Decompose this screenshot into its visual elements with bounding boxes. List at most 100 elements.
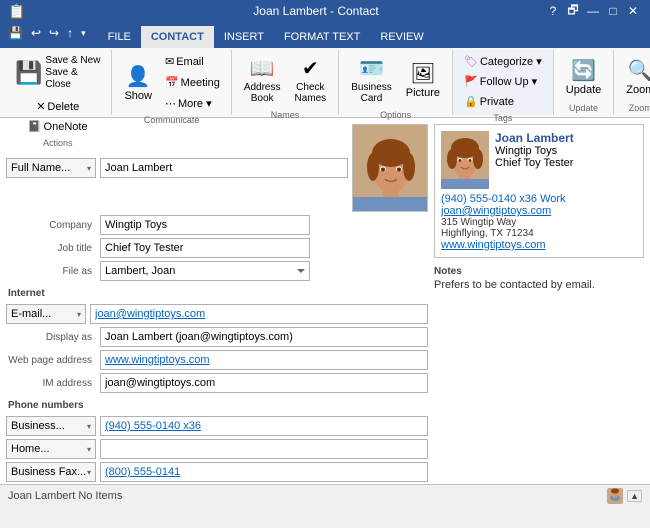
card-photo-thumb xyxy=(441,131,489,189)
webpage-input[interactable] xyxy=(100,350,428,370)
address-book-icon: 📖 xyxy=(250,56,275,81)
jobtitle-input[interactable] xyxy=(100,238,310,258)
jobtitle-label: Job title xyxy=(6,243,96,254)
picture-button[interactable]: 🖼 Picture xyxy=(400,57,446,103)
business-phone-dropdown[interactable]: Business... ▾ xyxy=(6,416,96,436)
close-button[interactable]: ✕ xyxy=(624,2,642,20)
displayas-input[interactable] xyxy=(100,327,428,347)
phone-header: Phone numbers xyxy=(6,400,428,411)
private-icon: 🔒 xyxy=(464,95,478,108)
quick-access-toolbar: 💾 ↩ ↪ ↑ ▾ xyxy=(0,22,94,44)
email-input[interactable] xyxy=(90,304,428,324)
update-button[interactable]: 🔄 Update xyxy=(560,54,607,100)
status-text: Joan Lambert No Items xyxy=(8,490,122,502)
contact-card-header: Joan Lambert Wingtip Toys Chief Toy Test… xyxy=(441,131,637,189)
zoom-icon: 🔍 xyxy=(628,58,650,83)
show-icon: 👤 xyxy=(126,64,151,89)
imaddress-input[interactable] xyxy=(100,373,428,393)
delete-button[interactable]: ✕ Delete xyxy=(31,97,84,116)
company-label: Company xyxy=(6,220,96,231)
undo-button[interactable]: ↩ xyxy=(29,25,43,41)
company-input[interactable] xyxy=(100,215,310,235)
scroll-up-button[interactable]: ▲ xyxy=(627,490,642,502)
home-phone-row: Home... ▾ xyxy=(6,439,428,459)
window-controls[interactable]: ? 🗗 — □ ✕ xyxy=(544,2,642,20)
tab-review[interactable]: REVIEW xyxy=(370,26,433,48)
contact-photo xyxy=(352,124,428,212)
fileas-select[interactable]: Lambert, Joan xyxy=(100,261,310,281)
home-phone-dropdown[interactable]: Home... ▾ xyxy=(6,439,96,459)
categorize-button[interactable]: 🏷 Categorize ▾ xyxy=(459,52,547,71)
business-card-icon: 🪪 xyxy=(359,56,384,81)
followup-icon: 🚩 xyxy=(464,75,478,88)
tab-format-text[interactable]: FORMAT TEXT xyxy=(274,26,370,48)
card-web: www.wingtiptoys.com xyxy=(441,239,637,251)
businessfax-input[interactable] xyxy=(100,462,428,482)
check-names-button[interactable]: ✔ CheckNames xyxy=(289,52,333,108)
customize-qa-button[interactable]: ▾ xyxy=(79,27,88,40)
fullname-dropdown[interactable]: Full Name... ▾ xyxy=(6,158,96,178)
webpage-label: Web page address xyxy=(6,355,96,366)
delete-label: Delete xyxy=(47,101,79,113)
business-card-button[interactable]: 🪪 BusinessCard xyxy=(345,52,398,108)
email-type-dropdown[interactable]: E-mail... ▾ xyxy=(6,304,86,324)
check-names-label: CheckNames xyxy=(295,82,327,104)
save-qa-button[interactable]: 💾 xyxy=(6,25,25,41)
home-phone-input[interactable] xyxy=(100,439,428,459)
contact-card-info: Joan Lambert Wingtip Toys Chief Toy Test… xyxy=(495,131,637,169)
meeting-button[interactable]: 📅 Meeting xyxy=(160,73,225,92)
picture-icon: 🖼 xyxy=(410,61,435,86)
more-button[interactable]: ⋯ More ▾ xyxy=(160,94,225,113)
private-button[interactable]: 🔒 Private xyxy=(459,92,519,111)
tab-insert[interactable]: INSERT xyxy=(214,26,274,48)
help-button[interactable]: ? xyxy=(544,2,562,20)
minimize-button[interactable]: — xyxy=(584,2,602,20)
email-icon: ✉ xyxy=(165,55,174,68)
save-icon: 💾 xyxy=(15,60,42,86)
tags-label: Tags xyxy=(493,111,512,123)
business-card-label: BusinessCard xyxy=(351,82,392,104)
restore-button[interactable]: 🗗 xyxy=(564,2,582,20)
update-label: Update xyxy=(566,84,601,96)
home-phone-arrow-icon: ▾ xyxy=(87,445,91,454)
business-phone-input[interactable] xyxy=(100,416,428,436)
private-label: Private xyxy=(480,96,514,108)
tab-contact[interactable]: CONTACT xyxy=(141,26,214,48)
followup-label: Follow Up ▾ xyxy=(480,75,537,88)
email-button[interactable]: ✉ Email xyxy=(160,52,225,71)
form-area: Full Name... ▾ xyxy=(0,118,650,484)
onenote-button[interactable]: 📓 OneNote xyxy=(23,117,93,136)
window-title: Joan Lambert - Contact xyxy=(88,4,544,18)
update-icon: 🔄 xyxy=(571,58,596,83)
maximize-button[interactable]: □ xyxy=(604,2,622,20)
redo-button[interactable]: ↪ xyxy=(47,25,61,41)
show-label: Show xyxy=(124,90,152,102)
up-button[interactable]: ↑ xyxy=(65,25,75,41)
fullname-input[interactable] xyxy=(100,158,348,178)
ribbon-group-communicate: 👤 Show ✉ Email 📅 Meeting ⋯ More ▾ xyxy=(112,50,231,115)
internet-header: Internet xyxy=(6,288,428,299)
businessfax-arrow-icon: ▾ xyxy=(87,468,91,477)
jobtitle-row: Job title xyxy=(6,238,428,258)
show-button[interactable]: 👤 Show xyxy=(118,60,158,106)
meeting-label: Meeting xyxy=(181,77,220,89)
zoom-button[interactable]: 🔍 Zoom xyxy=(620,54,650,100)
address-book-button[interactable]: 📖 AddressBook xyxy=(238,52,287,108)
tab-file[interactable]: FILE xyxy=(98,26,141,48)
save-close-label: Save & xyxy=(45,67,100,79)
status-right: ▲ xyxy=(607,488,642,504)
fileas-row: File as Lambert, Joan xyxy=(6,261,428,281)
email-dropdown-arrow-icon: ▾ xyxy=(77,310,81,319)
card-email: joan@wingtiptoys.com xyxy=(441,205,637,217)
delete-icon: ✕ xyxy=(36,100,45,113)
save-new-button[interactable]: 💾 Save & New Save & Close xyxy=(10,52,105,94)
card-name: Joan Lambert xyxy=(495,131,637,145)
imaddress-row: IM address xyxy=(6,373,428,393)
imaddress-label: IM address xyxy=(6,378,96,389)
email-type-label: E-mail... xyxy=(11,308,51,320)
businessfax-dropdown[interactable]: Business Fax... ▾ xyxy=(6,462,96,482)
followup-button[interactable]: 🚩 Follow Up ▾ xyxy=(459,72,542,91)
business-phone-row: Business... ▾ xyxy=(6,416,428,436)
card-details: (940) 555-0140 x36 Work joan@wingtiptoys… xyxy=(441,193,637,251)
ribbon-group-update: 🔄 Update Update xyxy=(554,50,614,115)
